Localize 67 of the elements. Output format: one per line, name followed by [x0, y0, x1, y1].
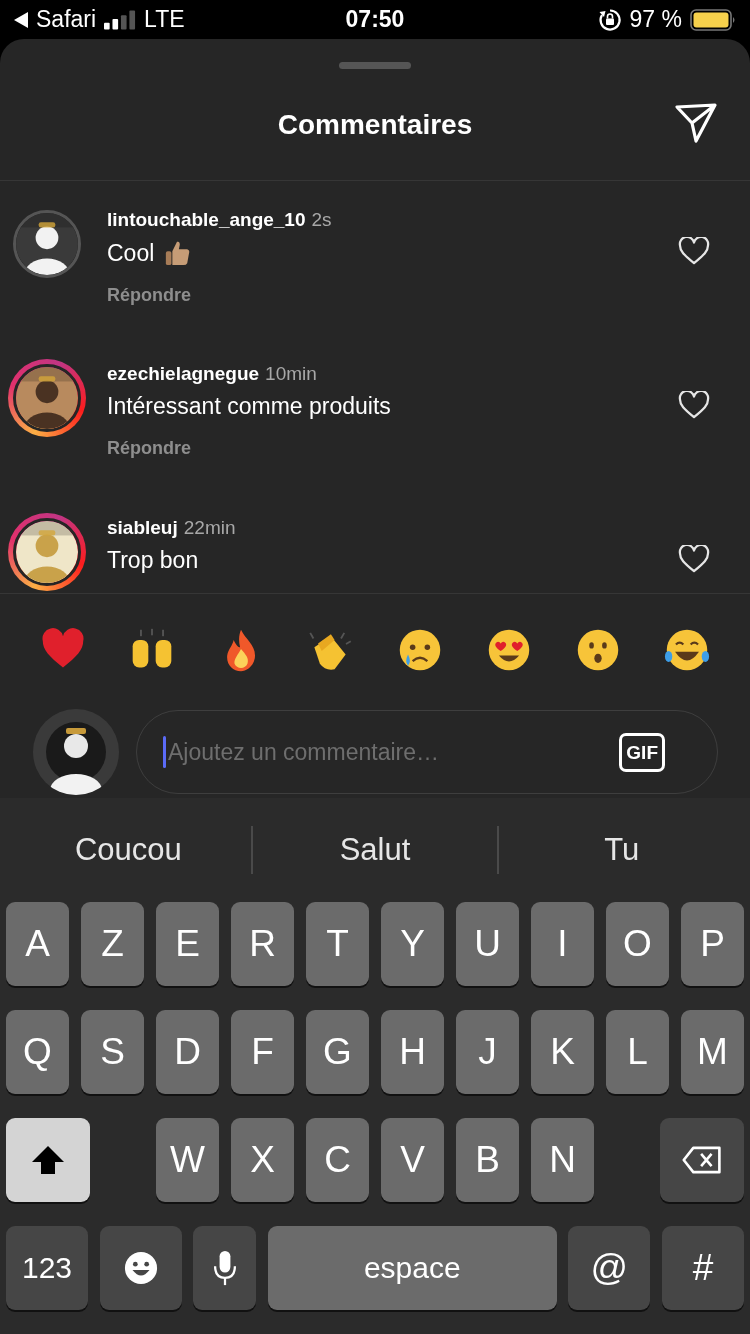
battery-icon	[690, 8, 736, 31]
key[interactable]: H	[381, 1010, 444, 1094]
key[interactable]: T	[306, 902, 369, 986]
key[interactable]: B	[456, 1118, 519, 1202]
key[interactable]: U	[456, 902, 519, 986]
send-icon[interactable]	[674, 101, 718, 145]
key[interactable]: I	[531, 902, 594, 986]
comment-text: Cool	[107, 239, 155, 267]
key[interactable]: J	[456, 1010, 519, 1094]
comment-time: 10min	[265, 363, 317, 385]
comment-time: 2s	[311, 209, 332, 231]
key[interactable]: D	[156, 1010, 219, 1094]
comment-text: Intéressant comme produits	[107, 393, 391, 420]
shift-key[interactable]	[6, 1118, 90, 1202]
comment-text: Trop bon	[107, 547, 199, 574]
heart-icon[interactable]	[678, 545, 710, 573]
backspace-key[interactable]	[660, 1118, 744, 1202]
gif-button[interactable]: GIF	[619, 732, 665, 772]
rotation-lock-icon	[597, 7, 622, 32]
key[interactable]: P	[681, 902, 744, 986]
numbers-key[interactable]: 123	[6, 1226, 88, 1310]
key[interactable]: V	[381, 1118, 444, 1202]
key[interactable]: L	[606, 1010, 669, 1094]
key[interactable]: Y	[381, 902, 444, 986]
smiley-icon	[123, 1250, 158, 1286]
heart-icon[interactable]	[678, 237, 710, 265]
username[interactable]: lintouchable_ange_10	[107, 209, 306, 231]
signal-icon	[104, 9, 137, 30]
key[interactable]: R	[231, 902, 294, 986]
laughing-face-icon[interactable]	[664, 627, 711, 673]
thumbs-up-icon	[164, 239, 191, 267]
network-label: LTE	[144, 6, 185, 33]
key[interactable]: W	[156, 1118, 219, 1202]
at-key[interactable]: @	[568, 1226, 651, 1310]
key[interactable]: K	[531, 1010, 594, 1094]
suggestion[interactable]: Salut	[252, 832, 498, 868]
key[interactable]: S	[81, 1010, 144, 1094]
key[interactable]: M	[681, 1010, 744, 1094]
key[interactable]: X	[231, 1118, 294, 1202]
battery-percent: 97 %	[629, 6, 682, 33]
username[interactable]: siableuj	[107, 517, 178, 539]
key[interactable]: Z	[81, 902, 144, 986]
reply-link[interactable]: Répondre	[107, 285, 191, 306]
hash-key[interactable]: #	[661, 1226, 744, 1310]
microphone-key[interactable]	[193, 1226, 257, 1310]
reply-link[interactable]: Répondre	[107, 438, 191, 459]
key[interactable]: E	[156, 902, 219, 986]
drag-handle[interactable]	[339, 62, 411, 69]
emoji-key[interactable]	[99, 1226, 182, 1310]
clock: 07:50	[344, 6, 406, 33]
backspace-icon	[682, 1144, 722, 1176]
heart-icon[interactable]	[678, 391, 710, 419]
suggestion[interactable]: Tu	[499, 832, 744, 868]
back-icon[interactable]	[14, 11, 28, 28]
space-key[interactable]: espace	[267, 1226, 557, 1310]
suggestion[interactable]: Coucou	[6, 832, 251, 868]
key[interactable]: C	[306, 1118, 369, 1202]
key[interactable]: G	[306, 1010, 369, 1094]
key[interactable]: O	[606, 902, 669, 986]
key[interactable]: A	[6, 902, 69, 986]
back-app-label[interactable]: Safari	[36, 6, 97, 33]
key[interactable]: Q	[6, 1010, 69, 1094]
comment-time: 22min	[183, 517, 236, 539]
username[interactable]: ezechielagnegue	[107, 363, 260, 385]
key[interactable]: F	[231, 1010, 294, 1094]
key[interactable]: N	[531, 1118, 594, 1202]
sheet-title: Commentaires	[277, 108, 473, 141]
